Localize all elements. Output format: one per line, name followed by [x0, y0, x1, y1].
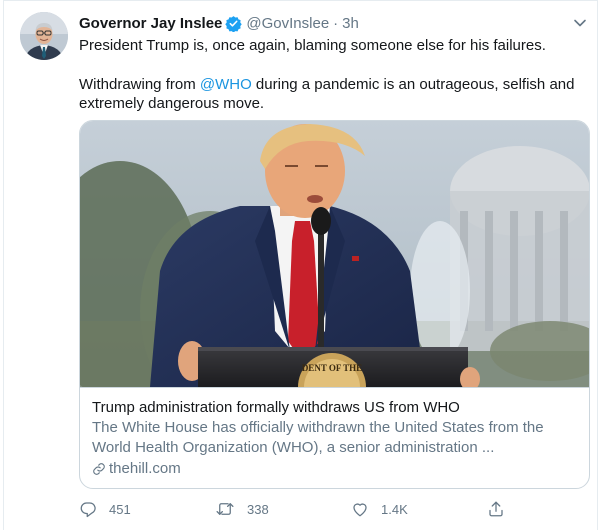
reply-button[interactable]: 451 [79, 497, 131, 521]
tweet-header: Governor Jay Inslee @GovInslee · 3h [79, 13, 359, 33]
divider [4, 0, 597, 1]
avatar[interactable] [20, 12, 68, 60]
card-domain: thehill.com [92, 459, 577, 478]
card-description: The White House has officially withdrawn… [92, 419, 544, 456]
card-image[interactable]: DENT OF THE [80, 121, 589, 387]
link-card[interactable]: DENT OF THE Trump administration formall… [79, 120, 590, 489]
tweet-text-paragraph2: Withdrawing from @WHO during a pandemic … [79, 75, 589, 114]
card-photo: DENT OF THE [80, 121, 589, 387]
reply-count: 451 [109, 501, 131, 517]
tweet-text: President Trump is, once again, blaming … [79, 36, 589, 114]
like-button[interactable]: 1.4K [351, 497, 408, 521]
card-body[interactable]: Trump administration formally withdraws … [80, 387, 589, 478]
chevron-down-icon[interactable] [571, 14, 589, 32]
share-button[interactable] [487, 497, 505, 521]
card-domain-text: thehill.com [109, 460, 181, 477]
link-icon [93, 462, 105, 475]
reply-icon [80, 502, 96, 518]
author-handle[interactable]: @GovInslee [246, 15, 329, 32]
separator-dot: · [333, 14, 339, 32]
retweet-count: 338 [247, 501, 269, 517]
mention-link[interactable]: @WHO [200, 76, 252, 93]
retweet-icon [216, 503, 234, 515]
tweet[interactable]: Governor Jay Inslee @GovInslee · 3h Pres… [3, 0, 598, 530]
verified-badge-icon [225, 15, 243, 32]
like-count: 1.4K [381, 501, 408, 517]
share-icon [489, 501, 503, 517]
avatar-image [20, 12, 68, 60]
tweet-actions: 451 338 1.4K [79, 497, 559, 521]
tweet-text-line1: President Trump is, once again, blaming … [79, 37, 546, 54]
card-title: Trump administration formally withdraws … [92, 399, 460, 416]
like-icon [353, 503, 367, 517]
retweet-button[interactable]: 338 [215, 497, 269, 521]
podium-seal-text: DENT OF THE [302, 363, 362, 373]
tweet-text-prefix: Withdrawing from [79, 75, 200, 93]
tweet-timestamp[interactable]: 3h [342, 15, 359, 32]
author-name[interactable]: Governor Jay Inslee [79, 15, 222, 32]
